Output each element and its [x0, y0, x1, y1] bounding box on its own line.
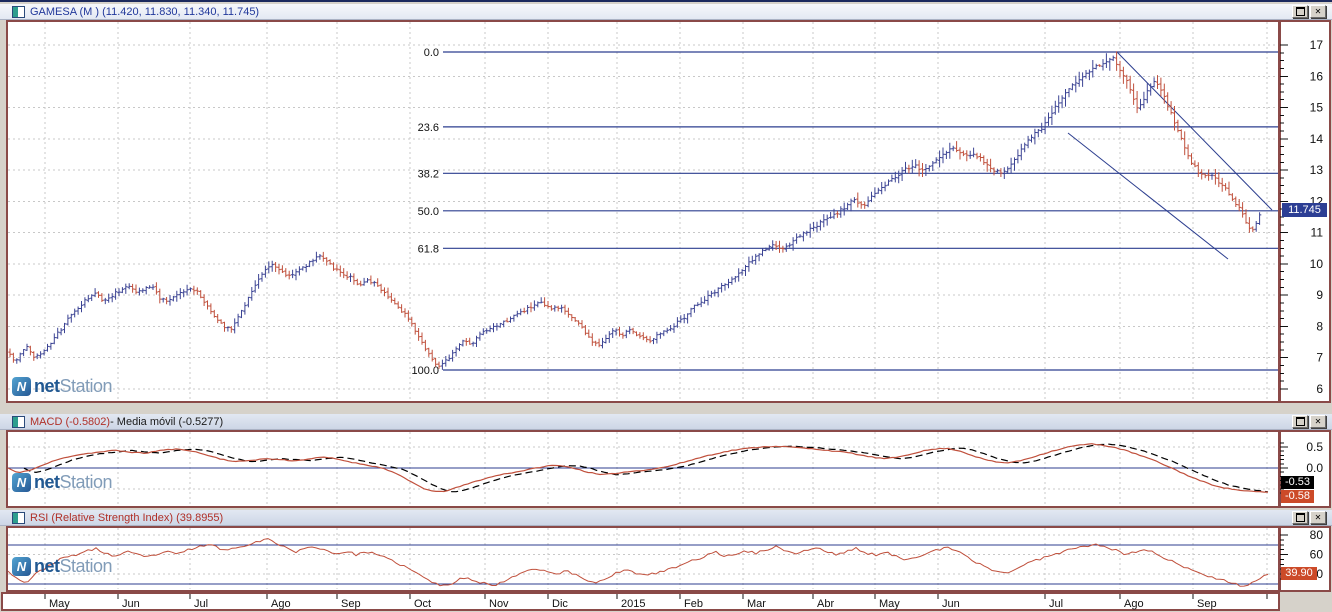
month-label: 2015 [621, 598, 645, 610]
scale-label: 60 [1310, 548, 1324, 562]
scale-label: 7 [1316, 351, 1323, 365]
scale-label: 9 [1316, 288, 1323, 302]
scale-label: 17 [1310, 38, 1324, 52]
scale-label: 16 [1310, 69, 1324, 83]
month-label: Nov [489, 598, 509, 610]
month-label: Sep [341, 598, 361, 610]
restore-icon [1296, 7, 1305, 16]
scale-label: 6 [1316, 382, 1323, 396]
chart-window-icon [12, 416, 25, 428]
close-button[interactable]: ✕ [1310, 5, 1326, 18]
macd-signal-title: - Media móvil (-0.5277) [110, 416, 223, 428]
restore-button[interactable] [1292, 415, 1308, 428]
month-label: Ago [271, 598, 291, 610]
month-label: Feb [684, 598, 703, 610]
macd-signal-value-tag: -0.58 [1281, 490, 1314, 503]
close-button[interactable]: ✕ [1310, 415, 1326, 428]
scale-label: 0.5 [1306, 440, 1323, 454]
scale-label: 8 [1316, 319, 1323, 333]
scale-label: 61.8 [418, 243, 439, 255]
month-label: Ago [1124, 598, 1144, 610]
close-button[interactable]: ✕ [1310, 511, 1326, 524]
scale-label: 0.0 [1306, 461, 1323, 475]
month-label: Mar [747, 598, 766, 610]
scale-label: 0.0 [424, 47, 439, 59]
last-price-tag: 11.745 [1282, 203, 1327, 217]
restore-button[interactable] [1292, 511, 1308, 524]
month-label: Oct [414, 598, 431, 610]
scale-label: 23.6 [418, 122, 439, 134]
month-label: Sep [1197, 598, 1217, 610]
scale-label: 80 [1310, 528, 1324, 542]
price-panel-titlebar[interactable]: GAMESA (M ) (11.420, 11.830, 11.340, 11.… [0, 4, 1332, 20]
time-axis: May Jun Jul Ago Sep Oct Nov Dic 2015 Feb Mar Abr May… [0, 592, 1332, 612]
netstation-window: GAMESA (M ) (11.420, 11.830, 11.340, 11.… [0, 0, 1332, 610]
month-label: Jun [122, 598, 140, 610]
month-label: Jul [1049, 598, 1063, 610]
macd-title: MACD (-0.5802) [30, 416, 110, 428]
month-label: Abr [817, 598, 834, 610]
macd-panel-titlebar[interactable]: MACD (-0.5802) - Media móvil (-0.5277) ✕ [0, 414, 1332, 430]
scale-label: 38.2 [418, 168, 439, 180]
restore-icon [1296, 513, 1305, 522]
scale-label: 11 [1311, 226, 1324, 240]
macd-chart-svg: 0.5 0.0 [0, 430, 1332, 508]
rsi-title: RSI (Relative Strength Index) (39.8955) [30, 512, 223, 524]
macd-chart-panel[interactable]: 0.50.0 NnetStation [0, 430, 1332, 508]
price-chart-panel[interactable]: 0.023.638.250.061.8100.01716151413121110… [0, 20, 1332, 403]
time-axis-svg: May Jun Jul Ago Sep Oct Nov Dic 2015 Feb Mar Abr May… [0, 592, 1332, 612]
rsi-chart-panel[interactable]: 806040 NnetStation [0, 526, 1332, 592]
price-chart-svg: 0.023.638.250.061.8100.01716151413121110… [0, 20, 1332, 403]
month-label: May [879, 598, 900, 610]
restore-icon [1296, 417, 1305, 426]
scale-label: 50.0 [418, 206, 439, 218]
rsi-panel-titlebar[interactable]: RSI (Relative Strength Index) (39.8955) … [0, 510, 1332, 526]
month-label: Jun [942, 598, 960, 610]
panel-splitter[interactable] [0, 403, 1332, 414]
scale-label: 10 [1310, 257, 1324, 271]
month-label: Jul [194, 598, 208, 610]
month-label: Dic [552, 598, 568, 610]
chart-window-icon [12, 512, 25, 524]
rsi-value-tag: 39.90 [1281, 567, 1317, 580]
chart-window-icon [12, 6, 25, 18]
scale-label: 100.0 [411, 365, 439, 377]
month-label: May [49, 598, 70, 610]
macd-value-tag: -0.53 [1281, 476, 1314, 489]
price-panel-title: GAMESA (M ) (11.420, 11.830, 11.340, 11.… [30, 6, 259, 18]
rsi-chart-svg: 806040 [0, 526, 1332, 592]
scale-label: 15 [1310, 101, 1324, 115]
scale-label: 13 [1310, 163, 1324, 177]
restore-button[interactable] [1292, 5, 1308, 18]
scale-label: 14 [1310, 132, 1324, 146]
